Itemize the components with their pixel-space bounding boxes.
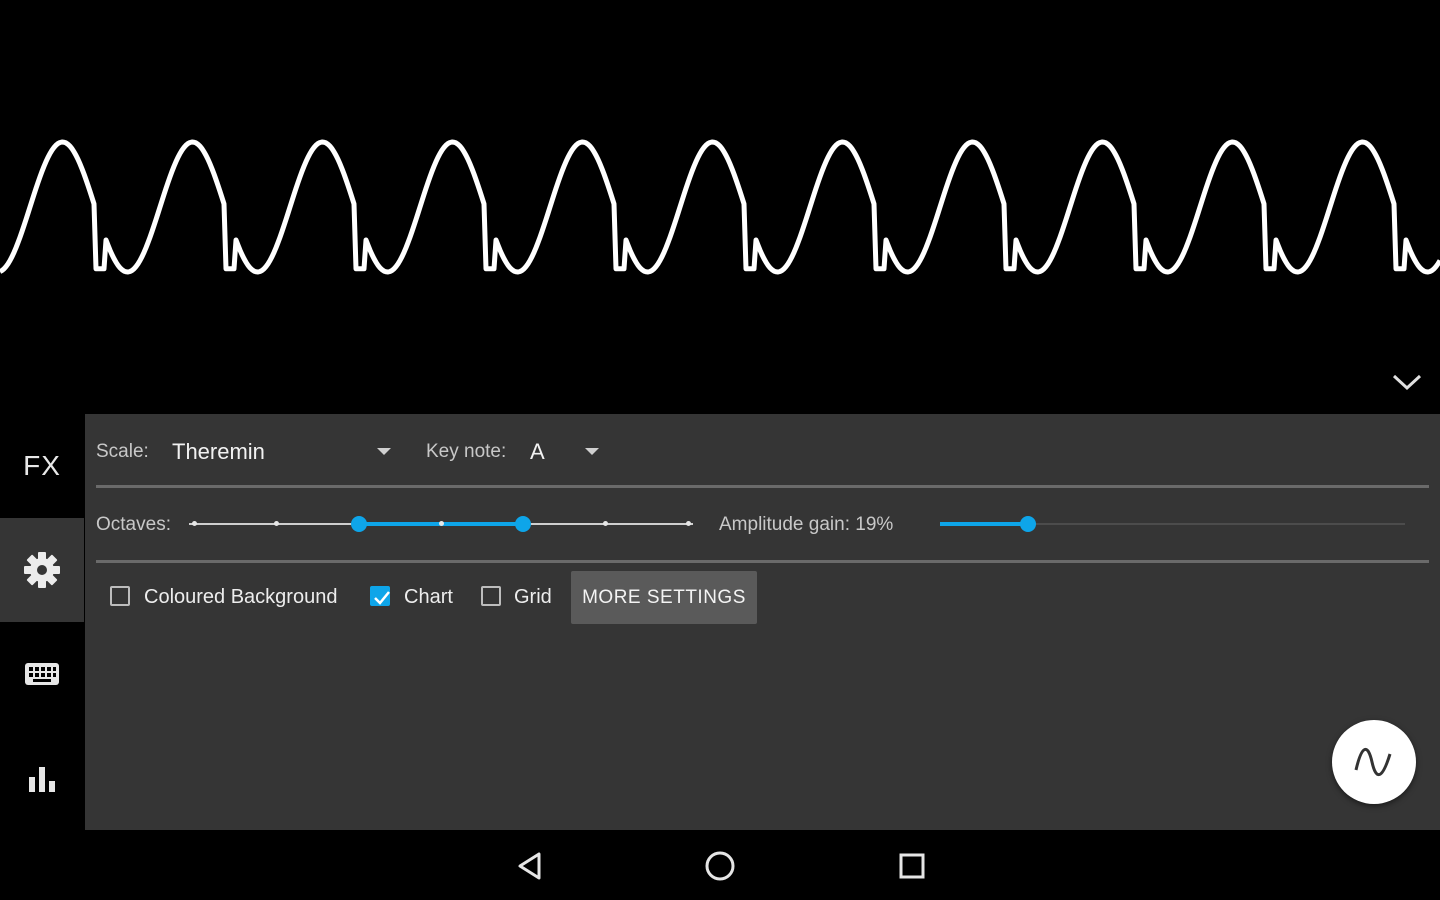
scale-value: Theremin — [172, 439, 265, 464]
grid-label[interactable]: Grid — [514, 586, 552, 609]
home-circle-icon — [705, 851, 735, 881]
collapse-panel-button[interactable] — [1388, 366, 1426, 396]
octaves-tick — [603, 521, 609, 526]
keynote-dropdown[interactable]: A — [529, 432, 605, 472]
waveform-line — [0, 139, 1440, 275]
coloured-background-label[interactable]: Coloured Background — [144, 586, 337, 609]
octaves-high-thumb[interactable] — [515, 516, 532, 532]
octaves-range-slider[interactable] — [189, 512, 693, 536]
divider — [96, 560, 1429, 563]
keynote-label: Key note: — [426, 441, 507, 462]
sine-wave-icon — [1354, 748, 1392, 776]
chart-label[interactable]: Chart — [404, 586, 453, 609]
side-rail: FX — [0, 414, 84, 830]
recents-button[interactable] — [890, 844, 934, 888]
octaves-tick — [685, 521, 691, 526]
octaves-label: Octaves: — [96, 514, 171, 535]
rail-item-keyboard[interactable] — [0, 622, 84, 726]
scale-label: Scale: — [96, 441, 149, 462]
scale-dropdown[interactable]: Theremin — [171, 432, 395, 472]
divider — [96, 485, 1429, 488]
waveform-display — [0, 0, 1440, 412]
amplitude-thumb[interactable] — [1020, 516, 1037, 532]
chevron-down-icon — [1392, 374, 1422, 391]
home-button[interactable] — [698, 844, 742, 888]
chart-checkbox[interactable] — [370, 586, 390, 606]
gear-icon — [24, 552, 60, 588]
fx-label: FX — [23, 450, 61, 481]
octaves-tick — [273, 521, 279, 526]
rail-item-charts[interactable] — [0, 726, 84, 830]
octaves-tick — [438, 521, 444, 526]
waveform-svg — [0, 139, 1440, 275]
keyboard-icon — [25, 663, 59, 685]
octaves-low-thumb[interactable] — [350, 516, 367, 532]
settings-panel: Scale: Theremin Key note: A Octaves: Amp… — [85, 414, 1440, 830]
amplitude-track-active — [940, 522, 1029, 526]
grid-checkbox[interactable] — [481, 586, 501, 606]
checkmark-icon — [374, 591, 390, 605]
rail-item-fx[interactable]: FX — [0, 414, 84, 518]
octaves-tick — [191, 521, 197, 526]
recents-square-icon — [899, 853, 925, 879]
amplitude-slider[interactable] — [940, 512, 1405, 536]
waveform-fab[interactable] — [1332, 720, 1416, 804]
bar-chart-icon — [29, 767, 55, 792]
amplitude-label: Amplitude gain: 19% — [719, 514, 894, 535]
system-navigation-bar — [0, 830, 1440, 900]
more-settings-button[interactable]: MORE SETTINGS — [571, 571, 757, 624]
keynote-dropdown-arrow-icon — [585, 448, 599, 455]
back-triangle-icon — [518, 852, 541, 880]
keynote-value: A — [530, 439, 545, 464]
rail-item-settings[interactable] — [0, 518, 84, 622]
coloured-background-checkbox[interactable] — [110, 586, 130, 606]
back-button[interactable] — [508, 844, 552, 888]
scale-dropdown-arrow-icon — [377, 448, 391, 455]
